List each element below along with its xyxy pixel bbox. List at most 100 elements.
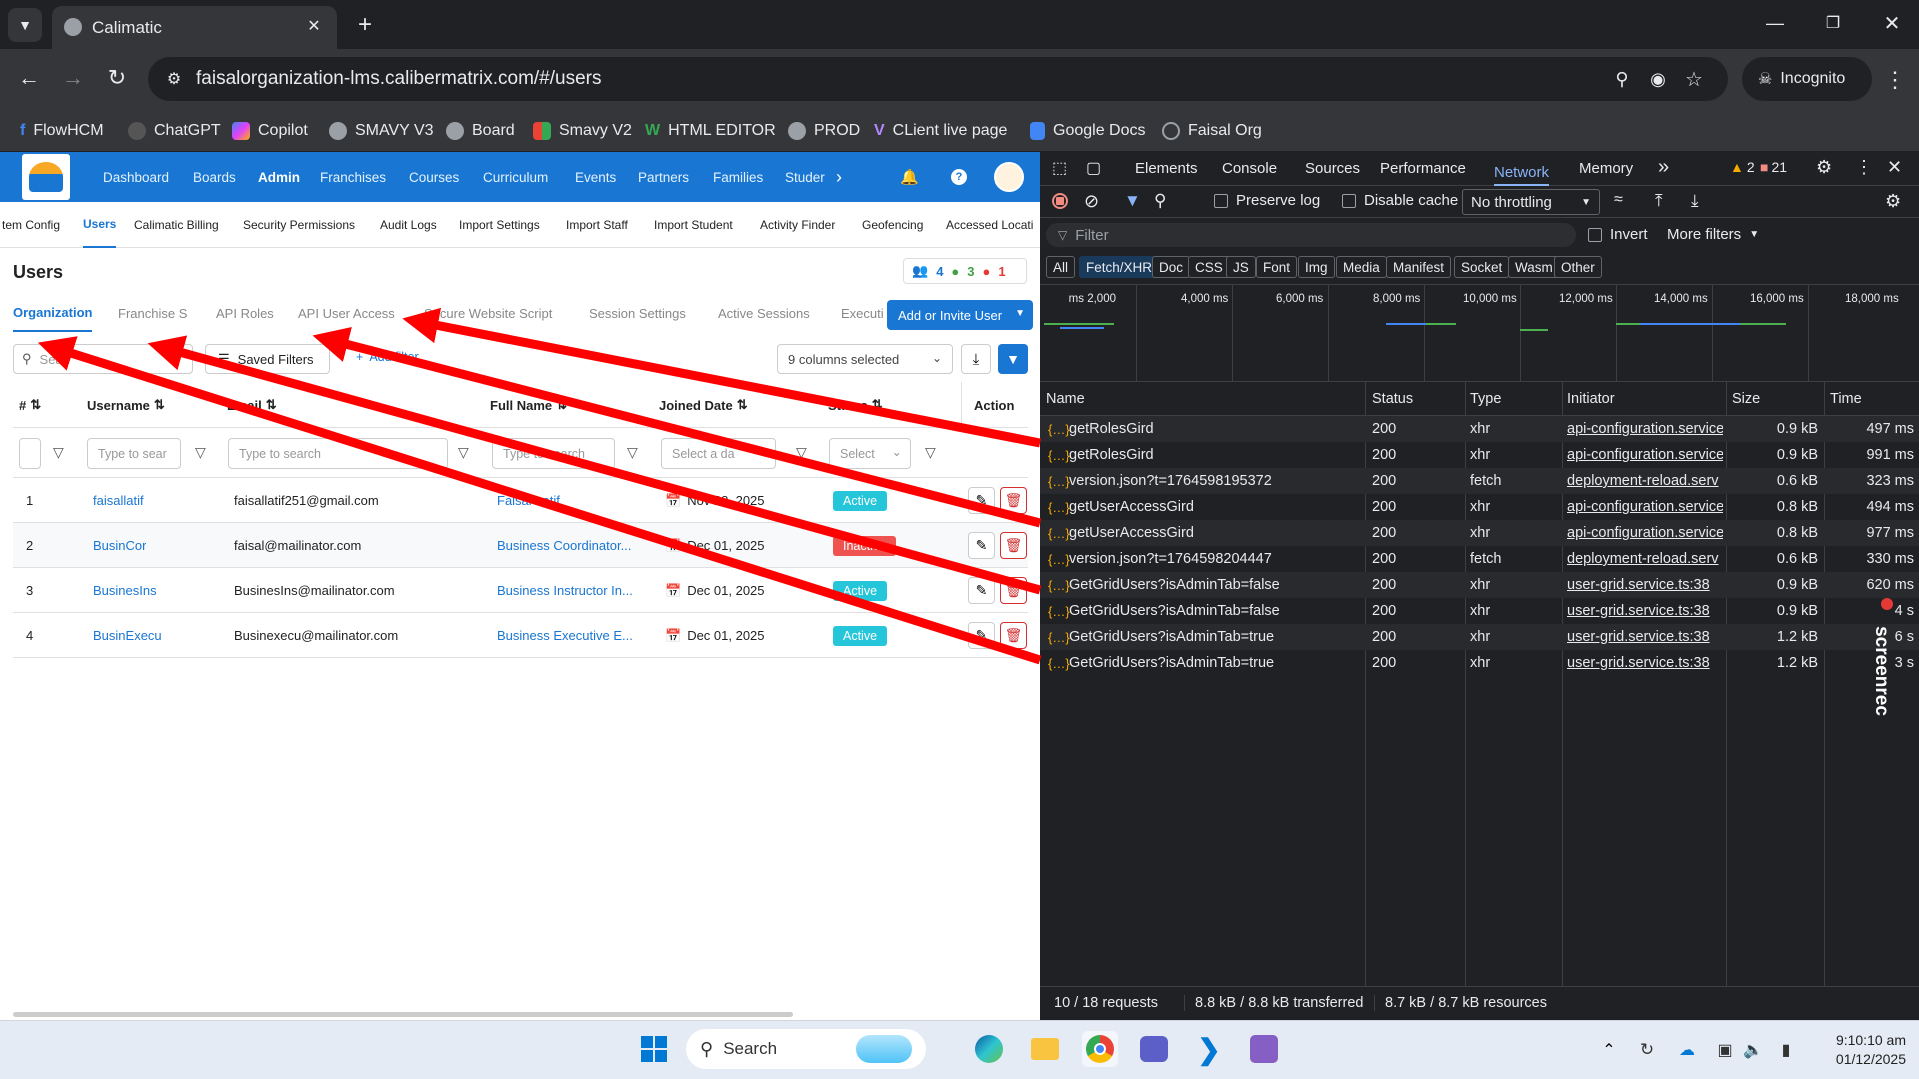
reload-icon[interactable]: ↻ [102,63,132,93]
help-icon[interactable]: ? [951,152,967,202]
preserve-log-checkbox[interactable]: Preserve log [1214,192,1320,209]
warnings-count[interactable]: ▲ 2 [1730,159,1755,175]
request-row[interactable]: {…} GetGridUsers?isAdminTab=true 200 xhr… [1040,650,1919,676]
nav-students[interactable]: Studer [785,152,825,202]
col-username[interactable]: Username ⇅ [87,382,165,428]
subnav-activity-finder[interactable]: Activity Finder [760,202,835,248]
subnav-users[interactable]: Users [83,202,117,248]
username-link[interactable]: BusinesIns [93,568,157,613]
nav-franchises[interactable]: Franchises [320,152,386,202]
windows-start-icon[interactable] [636,1031,672,1067]
username-link[interactable]: faisallatif [93,478,144,523]
filter-toggle-button[interactable]: ▼ [998,344,1028,374]
bookmark-faisal-org[interactable]: Faisal Org [1162,110,1262,152]
tray-chevron-icon[interactable]: ⌃ [1598,1039,1620,1061]
browser-tab[interactable]: Calimatic ✕ [52,6,337,49]
chrome-icon[interactable] [1082,1031,1118,1067]
sync-icon[interactable]: ↻ [1636,1039,1658,1061]
chip-all[interactable]: All [1046,256,1076,278]
chip-img[interactable]: Img [1298,256,1335,278]
subnav-calimatic-billing[interactable]: Calimatic Billing [134,202,219,248]
devtools-menu-icon[interactable]: ⋮ [1855,157,1873,178]
more-panels-icon[interactable]: » [1658,156,1669,179]
tab-franchise-s[interactable]: Franchise S [118,294,187,332]
username-link[interactable]: BusinExecu [93,613,162,658]
network-settings-icon[interactable]: ⚙ [1885,191,1901,212]
header-type[interactable]: Type [1470,382,1501,416]
request-initiator[interactable]: api-configuration.service [1567,494,1723,520]
cloud-icon[interactable]: ☁ [1676,1039,1698,1061]
panel-network[interactable]: Network [1494,160,1550,186]
col-number[interactable]: # ⇅ [19,382,41,428]
subnav-import-settings[interactable]: Import Settings [459,202,540,248]
chip-font[interactable]: Font [1256,256,1298,278]
header-time[interactable]: Time [1830,382,1862,416]
bookmark-prod[interactable]: PROD [788,110,860,152]
request-initiator[interactable]: api-configuration.service [1567,416,1723,442]
clear-icon[interactable]: ⊘ [1084,191,1099,212]
request-row[interactable]: {…} getUserAccessGird 200 xhr api-config… [1040,494,1919,520]
bookmark-html-editor[interactable]: W HTML EDITOR [645,110,776,152]
devtools-settings-icon[interactable]: ⚙ [1816,157,1832,178]
subnav-security-permissions[interactable]: Security Permissions [243,202,355,248]
username-filter-input[interactable]: Type to sear [87,438,181,469]
request-row[interactable]: {…} version.json?t=1764598195372 200 fet… [1040,468,1919,494]
delete-button[interactable]: 🗑 [1000,532,1027,559]
request-row[interactable]: {…} GetGridUsers?isAdminTab=false 200 xh… [1040,572,1919,598]
bookmark-copilot[interactable]: Copilot [232,110,308,152]
subnav-import-staff[interactable]: Import Staff [566,202,628,248]
filter-icon[interactable]: ▽ [796,444,810,460]
new-tab-button[interactable]: + [350,10,380,40]
delete-button[interactable]: 🗑 [1000,577,1027,604]
filter-funnel-icon[interactable]: ▼ [1124,191,1141,211]
filter-icon[interactable]: ▽ [458,444,472,460]
omnibox[interactable]: ⚙ faisalorganization-lms.calibermatrix.c… [148,57,1728,101]
back-icon[interactable]: ← [14,63,44,93]
tab-active-sessions[interactable]: Active Sessions [718,294,810,332]
request-initiator[interactable]: deployment-reload.serv [1567,546,1723,572]
record-stop-icon[interactable] [1052,193,1068,209]
header-name[interactable]: Name [1046,382,1085,416]
col-joined-date[interactable]: Joined Date ⇅ [659,382,748,428]
bookmark-smavy-v3[interactable]: SMAVY V3 [329,110,434,152]
fullname-link[interactable]: Business Executive E... [497,613,637,658]
horizontal-scrollbar[interactable] [13,1012,793,1017]
subnav-geofencing[interactable]: Geofencing [862,202,923,248]
close-tab-icon[interactable]: ✕ [303,15,325,37]
close-devtools-icon[interactable]: ✕ [1887,157,1902,178]
request-row[interactable]: {…} GetGridUsers?isAdminTab=true 200 xhr… [1040,624,1919,650]
joined-date-filter-input[interactable]: Select a da [661,438,776,469]
more-filters-button[interactable]: More filters ▼ [1667,226,1759,243]
bookmark-smavy-v2[interactable]: Smavy V2 [533,110,632,152]
invert-checkbox[interactable]: Invert [1588,226,1648,243]
close-window-icon[interactable]: ✕ [1877,8,1907,38]
file-explorer-icon[interactable] [1027,1031,1063,1067]
clock[interactable]: 9:10:10 am 01/12/2025 [1806,1031,1906,1069]
chip-socket[interactable]: Socket [1454,256,1510,278]
zoom-icon[interactable]: ⚲ [1610,67,1634,91]
teams-icon[interactable] [1136,1031,1172,1067]
tab-list-button[interactable]: ▼ [8,8,42,42]
tab-api-roles[interactable]: API Roles [216,294,274,332]
nav-families[interactable]: Families [713,152,763,202]
url-text[interactable]: faisalorganization-lms.calibermatrix.com… [196,68,601,90]
subnav-system-config[interactable]: tem Config [2,202,60,248]
panel-console[interactable]: Console [1222,160,1277,177]
edit-button[interactable]: ✎ [968,487,995,514]
delete-button[interactable]: 🗑 [1000,487,1027,514]
filter-icon[interactable]: ▽ [195,444,209,460]
request-initiator[interactable]: api-configuration.service [1567,442,1723,468]
filter-icon[interactable]: ▽ [627,444,641,460]
request-row[interactable]: {…} version.json?t=1764598204447 200 fet… [1040,546,1919,572]
throttling-select[interactable]: No throttling ▼ [1462,189,1600,215]
chip-doc[interactable]: Doc [1152,256,1191,278]
chip-manifest[interactable]: Manifest [1386,256,1452,278]
header-status[interactable]: Status [1372,382,1413,416]
minimize-icon[interactable]: — [1760,8,1790,38]
browser-menu-icon[interactable]: ⋮ [1880,65,1910,95]
vscode-icon[interactable]: ❯ [1191,1031,1227,1067]
chip-media[interactable]: Media [1336,256,1387,278]
visual-studio-icon[interactable] [1246,1031,1282,1067]
chip-other[interactable]: Other [1554,256,1602,278]
request-initiator[interactable]: deployment-reload.serv [1567,468,1723,494]
